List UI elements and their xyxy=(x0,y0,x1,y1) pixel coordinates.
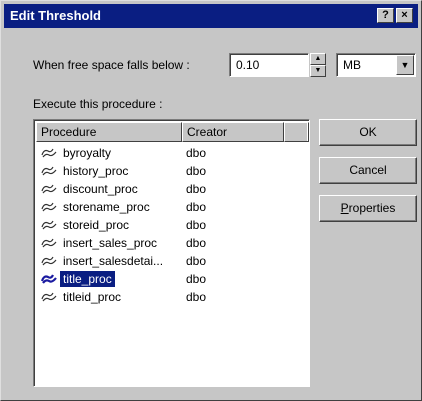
ok-button[interactable]: OK xyxy=(319,119,417,146)
procedure-name: title_proc xyxy=(60,271,115,287)
list-item[interactable]: byroyalty dbo xyxy=(36,144,304,162)
procedure-creator: dbo xyxy=(186,182,207,196)
list-header: Procedure Creator xyxy=(36,122,309,142)
list-item[interactable]: insert_sales_proc dbo xyxy=(36,234,304,252)
properties-button[interactable]: Properties xyxy=(319,195,417,222)
threshold-value-input[interactable]: 0.10 xyxy=(229,53,309,77)
list-item[interactable]: storename_proc dbo xyxy=(36,198,304,216)
properties-label-rest: roperties xyxy=(348,201,396,215)
procedure-creator: dbo xyxy=(186,164,207,178)
procedure-creator: dbo xyxy=(186,290,207,304)
title-bar: Edit Threshold ? × xyxy=(4,4,418,28)
threshold-spinner[interactable]: ▲ ▼ xyxy=(310,53,326,77)
procedure-creator: dbo xyxy=(186,254,207,268)
stored-procedure-icon xyxy=(41,292,57,302)
cancel-button[interactable]: Cancel xyxy=(319,157,417,184)
list-item[interactable]: history_proc dbo xyxy=(36,162,304,180)
procedure-name: storeid_proc xyxy=(63,218,130,232)
threshold-label: When free space falls below : xyxy=(33,58,190,72)
column-header-creator[interactable]: Creator xyxy=(182,122,284,142)
procedure-name: titleid_proc xyxy=(63,290,122,304)
procedure-creator: dbo xyxy=(186,272,207,286)
unit-value: MB xyxy=(343,58,361,72)
stored-procedure-icon xyxy=(41,238,57,248)
stored-procedure-icon xyxy=(41,220,57,230)
procedure-creator: dbo xyxy=(186,218,207,232)
list-item[interactable]: storeid_proc dbo xyxy=(36,216,304,234)
procedure-creator: dbo xyxy=(186,236,207,250)
close-button[interactable]: × xyxy=(396,8,413,23)
procedure-label: Execute this procedure : xyxy=(33,97,163,111)
procedure-name: history_proc xyxy=(63,164,129,178)
threshold-value: 0.10 xyxy=(236,58,260,72)
stored-procedure-icon xyxy=(41,166,57,176)
spin-up-button[interactable]: ▲ xyxy=(310,53,326,65)
column-header-blank[interactable] xyxy=(284,122,309,142)
procedure-name: discount_proc xyxy=(63,182,138,196)
list-item[interactable]: discount_proc dbo xyxy=(36,180,304,198)
help-button[interactable]: ? xyxy=(377,8,394,23)
list-item[interactable]: title_proc dbo xyxy=(36,270,304,288)
list-item[interactable]: titleid_proc dbo xyxy=(36,288,304,306)
unit-select[interactable]: MB ▼ xyxy=(336,53,416,77)
spin-down-button[interactable]: ▼ xyxy=(310,65,326,77)
stored-procedure-icon xyxy=(40,274,57,284)
stored-procedure-icon xyxy=(41,148,57,158)
column-header-procedure[interactable]: Procedure xyxy=(36,122,182,142)
stored-procedure-icon xyxy=(41,202,57,212)
chevron-down-icon[interactable]: ▼ xyxy=(396,55,414,75)
procedure-name: byroyalty xyxy=(63,146,112,160)
edit-threshold-dialog: Edit Threshold ? × When free space falls… xyxy=(0,0,422,401)
list-body: byroyalty dbo history_proc dbo discount_proc… xyxy=(36,142,307,384)
procedure-list[interactable]: Procedure Creator byroyalty dbo history_pr… xyxy=(33,119,310,387)
stored-procedure-icon xyxy=(41,184,57,194)
procedure-name: insert_salesdetai... xyxy=(63,254,164,268)
properties-accelerator: P xyxy=(340,201,349,215)
procedure-creator: dbo xyxy=(186,200,207,214)
window-title: Edit Threshold xyxy=(10,8,101,23)
procedure-creator: dbo xyxy=(186,146,207,160)
procedure-name: insert_sales_proc xyxy=(63,236,158,250)
procedure-name: storename_proc xyxy=(63,200,150,214)
list-item[interactable]: insert_salesdetai... dbo xyxy=(36,252,304,270)
stored-procedure-icon xyxy=(41,256,57,266)
